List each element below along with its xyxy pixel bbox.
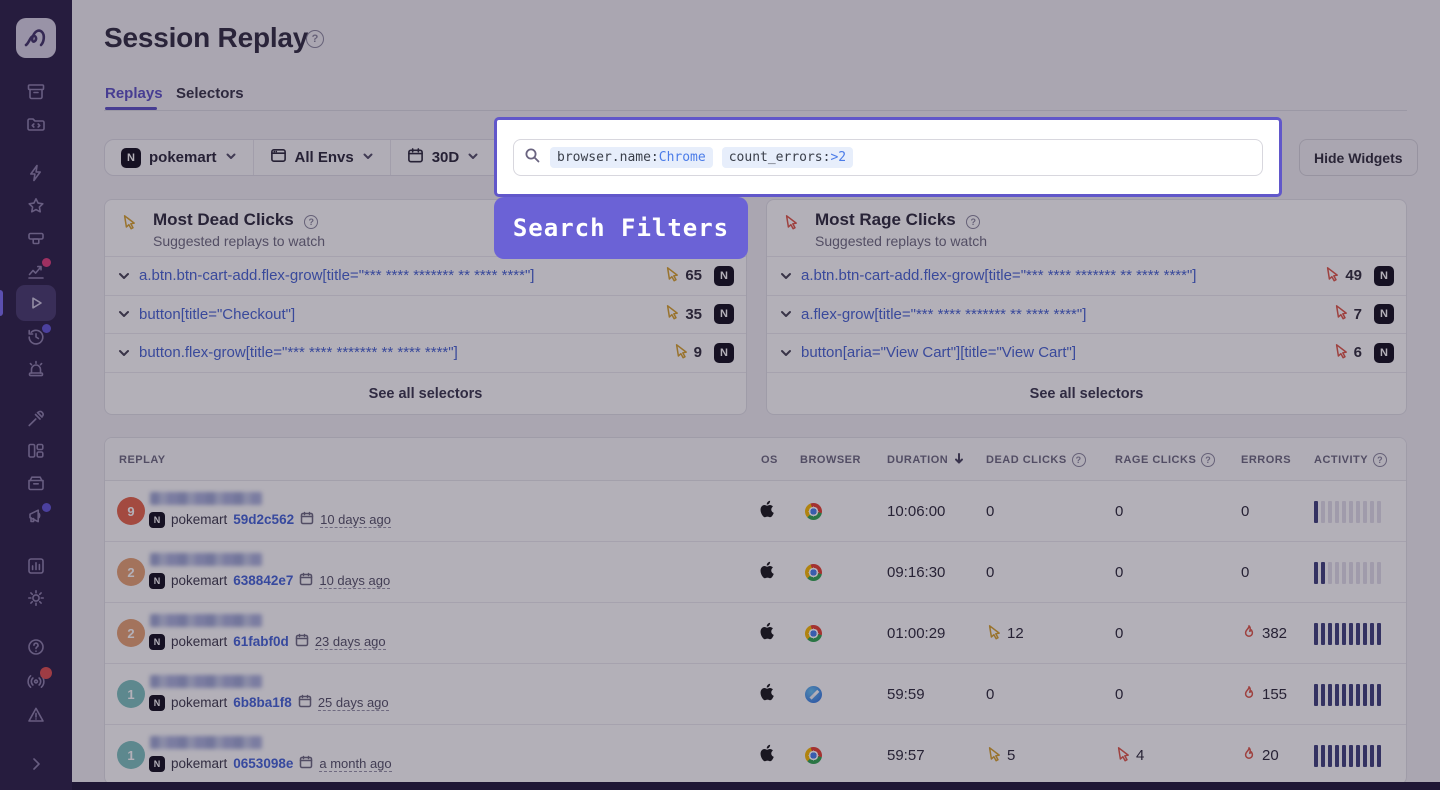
app-window: Session Replay ? Replays Selectors N pok… (0, 0, 1440, 790)
search-filters-spotlight-card: browser.name:Chrome count_errors:>2 (494, 117, 1282, 197)
filter-chip-count-errors[interactable]: count_errors:>2 (722, 147, 853, 168)
filter-chip-browser[interactable]: browser.name:Chrome (550, 147, 713, 168)
search-icon (524, 147, 541, 169)
search-input[interactable]: browser.name:Chrome count_errors:>2 (513, 139, 1263, 176)
search-filters-tooltip-label: Search Filters (494, 197, 748, 259)
